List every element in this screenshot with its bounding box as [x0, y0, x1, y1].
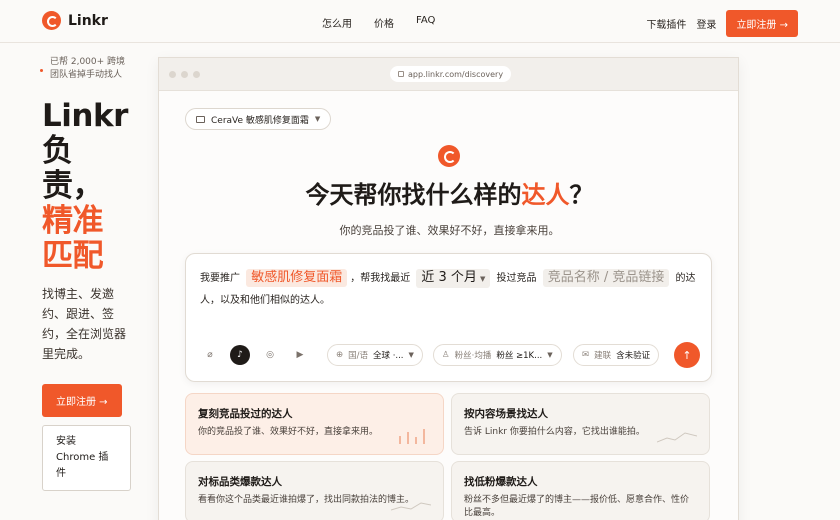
- browser-chrome: app.linkr.com/discovery: [159, 58, 738, 91]
- download-plugin-link[interactable]: 下载插件: [646, 16, 686, 31]
- brand[interactable]: Linkr: [42, 11, 108, 30]
- install-chrome-button[interactable]: 安装 Chrome 插件: [42, 425, 131, 491]
- youtube-icon[interactable]: ▶: [290, 345, 310, 365]
- chevron-down-icon: ▼: [479, 275, 486, 283]
- instagram-icon[interactable]: ◎: [260, 345, 280, 365]
- suggestion-card-competitor[interactable]: 复刻竞品投过的达人 你的竞品投了谁、效果好不好，直接拿来用。: [185, 393, 444, 455]
- line-sparkline-icon: [391, 502, 431, 511]
- nav-link-how[interactable]: 怎么用: [322, 15, 352, 30]
- nav-link-faq[interactable]: FAQ: [416, 15, 435, 30]
- competitor-input[interactable]: 竞品名称 / 竞品链接: [542, 269, 670, 287]
- line-sparkline-icon: [657, 432, 697, 443]
- paperclip-icon[interactable]: ⌀: [200, 345, 220, 365]
- region-selector[interactable]: ⊕ 国/语 全球 ·... ▼: [327, 344, 423, 366]
- mail-icon: ✉: [582, 350, 590, 360]
- top-nav: Linkr 怎么用 价格 FAQ 下载插件 登录 立即注册 →: [0, 0, 840, 43]
- prompt-toolbar: ⌀ ♪ ◎ ▶ ⊕ 国/语 全球 ·... ▼ ♙ 粉丝·均播 粉丝 ≥1K..…: [200, 342, 700, 368]
- globe-icon: ⊕: [336, 350, 344, 360]
- linkr-logo-icon: [42, 11, 61, 30]
- nav-actions: 下载插件 登录 立即注册 →: [646, 10, 798, 37]
- bars-sparkline-icon: [399, 429, 425, 444]
- send-button[interactable]: ↑: [674, 342, 700, 368]
- url-bar: app.linkr.com/discovery: [390, 66, 512, 82]
- folder-icon: [196, 115, 205, 123]
- suggestion-card-low-fans[interactable]: 找低粉爆款达人 粉丝不多但最近爆了的博主——报价低、愿意合作、性价比最高。: [451, 461, 710, 520]
- browser-mockup: app.linkr.com/discovery CeraVe 敏感肌修复面霜 ▼…: [158, 57, 739, 520]
- login-link[interactable]: 登录: [696, 16, 716, 31]
- nav-link-pricing[interactable]: 价格: [374, 15, 394, 30]
- social-proof: 已帮 2,000+ 跨境 团队省掉手动找人: [40, 56, 134, 82]
- page-title: 今天帮你找什么样的达人？: [305, 181, 594, 209]
- product-selector[interactable]: CeraVe 敏感肌修复面霜 ▼: [185, 108, 332, 130]
- nav-links: 怎么用 价格 FAQ: [322, 15, 435, 30]
- chevron-down-icon: ▼: [408, 351, 414, 359]
- chevron-down-icon: ▼: [547, 351, 553, 359]
- hero-description: 找博主、发邀约、跟进、签约，全在浏览器里完成。: [42, 287, 127, 361]
- period-chip[interactable]: 近 3 个月 ▼: [416, 269, 491, 288]
- suggestion-card-category[interactable]: 对标品类爆款达人 看看你这个品类最近谁拍爆了，找出同款拍法的博主。: [185, 461, 444, 520]
- hero-title: Linkr 负 责， 精准 匹配: [42, 98, 128, 274]
- window-dots: [169, 71, 200, 78]
- fans-selector[interactable]: ♙ 粉丝·均播 粉丝 ≥1K... ▼: [433, 344, 562, 366]
- page-subtitle: 你的竞品投了谁、效果好不好，直接拿来用。: [339, 224, 560, 237]
- hero-signup-button[interactable]: 立即注册 →: [42, 384, 122, 417]
- chevron-down-icon: ▼: [314, 115, 321, 123]
- brand-name: Linkr: [68, 12, 108, 29]
- prompt-text: 我要推广 敏感肌修复面霜 ，帮我找最近 近 3 个月 ▼ 投过竞品 竞品名称 / 竞…: [200, 269, 696, 306]
- hero-left: 已帮 2,000+ 跨境 团队省掉手动找人 Linkr 负 责， 精准 匹配 找…: [40, 56, 134, 491]
- signup-button[interactable]: 立即注册 →: [726, 10, 798, 37]
- contact-selector[interactable]: ✉ 建联 含未验证: [573, 344, 660, 366]
- tiktok-icon[interactable]: ♪: [230, 345, 250, 365]
- user-icon: ♙: [442, 350, 450, 360]
- product-chip[interactable]: 敏感肌修复面霜: [246, 269, 348, 287]
- lock-icon: [398, 71, 404, 77]
- prompt-card: 我要推广 敏感肌修复面霜 ，帮我找最近 近 3 个月 ▼ 投过竞品 竞品名称 / 竞…: [185, 253, 712, 382]
- suggestion-card-scene[interactable]: 按内容场景找达人 告诉 Linkr 你要拍什么内容，它找出谁能拍。: [451, 393, 710, 455]
- linkr-center-logo-icon: [438, 145, 460, 167]
- arrow-up-icon: ↑: [682, 348, 692, 362]
